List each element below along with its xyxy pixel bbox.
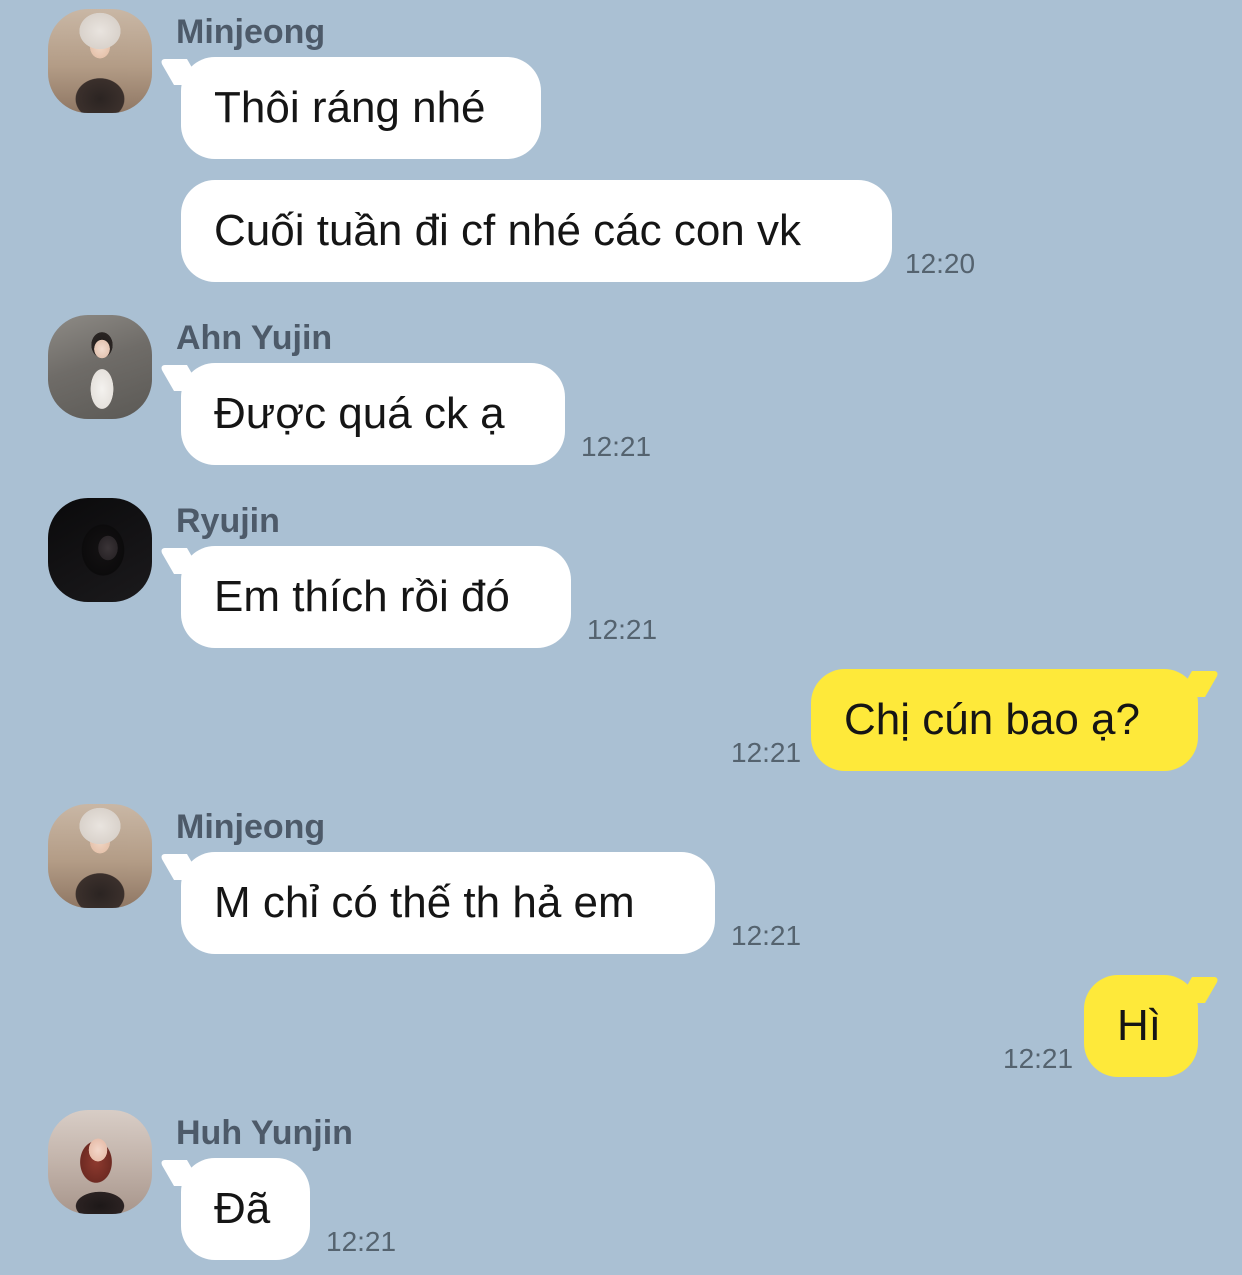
sender-name: Minjeong	[176, 13, 326, 51]
message-bubble[interactable]: Cuối tuần đi cf nhé các con vk	[181, 180, 892, 282]
sender-name: Minjeong	[176, 808, 326, 846]
avatar-yunjin[interactable]	[48, 1110, 152, 1214]
message-timestamp: 12:21	[731, 920, 802, 951]
sender-name: Ahn Yujin	[176, 319, 333, 357]
message-timestamp: 12:21	[1003, 1043, 1074, 1074]
message-bubble[interactable]: Đã	[181, 1158, 310, 1260]
message-timestamp: 12:21	[581, 431, 652, 462]
avatar-yujin[interactable]	[48, 315, 152, 419]
sender-name: Huh Yunjin	[176, 1114, 353, 1152]
outgoing-message-bubble[interactable]: Chị cún bao ạ?	[811, 669, 1198, 771]
avatar-minjeong[interactable]	[48, 804, 152, 908]
avatar-minjeong[interactable]	[48, 9, 152, 113]
message-bubble[interactable]: Được quá ck ạ	[181, 363, 565, 465]
sender-name: Ryujin	[176, 502, 280, 540]
message-timestamp: 12:21	[326, 1226, 397, 1257]
outgoing-message-bubble[interactable]: Hì	[1084, 975, 1198, 1077]
message-timestamp: 12:21	[587, 614, 658, 645]
message-bubble[interactable]: Thôi ráng nhé	[181, 57, 541, 159]
message-bubble[interactable]: M chỉ có thế th hả em	[181, 852, 715, 954]
message-bubble[interactable]: Em thích rồi đó	[181, 546, 571, 648]
avatar-ryujin[interactable]	[48, 498, 152, 602]
message-timestamp: 12:21	[731, 737, 802, 768]
message-timestamp: 12:20	[905, 248, 976, 279]
